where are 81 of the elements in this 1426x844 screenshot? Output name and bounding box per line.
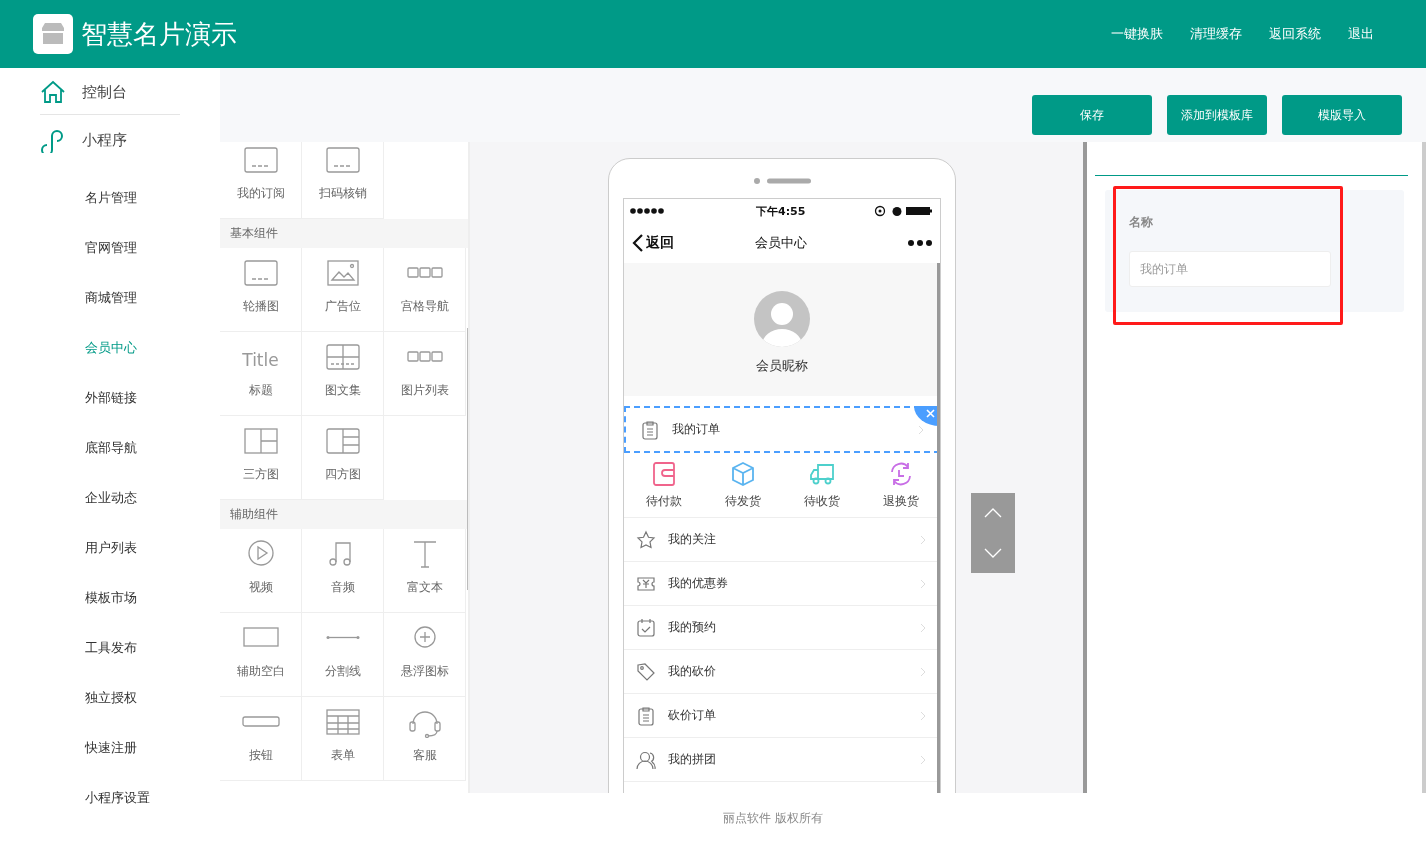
sidebar-subitem[interactable]: 独立授权 [80,673,180,723]
sidebar-item[interactable]: 控制台 [40,80,180,115]
chevron-down-icon [984,548,1002,558]
component-item[interactable]: 视频 [220,529,302,613]
header-link[interactable]: 一键换肤 [1111,25,1163,43]
toolbar-button[interactable]: 保存 [1032,95,1152,135]
component-item[interactable]: 扫码核销 [302,142,384,219]
sidebar-subitem[interactable]: 名片管理 [80,173,180,223]
curve-link-icon [40,127,66,153]
component-item[interactable]: 三方图 [220,416,302,500]
logo-icon [33,14,73,54]
component-item[interactable]: 客服 [384,697,466,781]
status-icons [874,205,934,217]
component-item[interactable]: 按钮 [220,697,302,781]
chevron-right-icon [918,424,924,435]
user-icon [636,749,656,770]
component-item[interactable]: 我的订阅 [220,142,302,219]
header-link[interactable]: 退出 [1348,25,1374,43]
component-item[interactable]: 音频 [302,529,384,613]
sidebar-subitem[interactable]: 模板市场 [80,573,180,623]
title-icon-text: Title [242,349,279,372]
chevron-left-icon [632,234,644,252]
scrollbar[interactable] [937,263,940,793]
site-title: 智慧名片演示 [81,17,238,51]
component-item[interactable]: 图片列表 [384,332,466,416]
chevron-up-icon [984,508,1002,518]
component-item[interactable]: 辅助空白 [220,613,302,697]
sidebar-subitem[interactable]: 企业动态 [80,473,180,523]
divider-line-icon [323,635,362,640]
clipboard-icon [640,419,660,440]
component-item[interactable]: 宫格导航 [384,248,466,332]
calendar-check-icon [636,617,656,638]
tag-icon [636,661,656,682]
sidebar-subitem[interactable]: 会员中心 [80,323,180,373]
member-nickname: 会员昵称 [756,357,808,375]
chevron-right-icon [920,622,926,633]
chevron-right-icon [920,578,926,589]
header-link[interactable]: 返回系统 [1269,25,1321,43]
home-icon [40,80,66,104]
chevron-right-icon [920,754,926,765]
signal-dots-icon [630,208,666,214]
speaker-icon [753,177,813,185]
chevron-right-icon [920,710,926,721]
sidebar-subitem[interactable]: 工具发布 [80,623,180,673]
header-link[interactable]: 清理缓存 [1190,25,1242,43]
page-title: 会员中心 [755,234,807,252]
component-item[interactable]: 广告位 [302,248,384,332]
order-status-item[interactable]: 退换货 [861,453,940,517]
back-button[interactable]: 返回 [632,234,674,252]
sidebar-subitem[interactable]: 用户列表 [80,523,180,573]
component-item[interactable]: 表单 [302,697,384,781]
sidebar-subitem[interactable]: 商城管理 [80,273,180,323]
section-heading: 基本组件 [220,219,468,248]
order-status-item[interactable]: 待发货 [703,453,782,517]
toolbar-button[interactable]: 添加到模板库 [1167,95,1267,135]
sidebar-subitem[interactable]: 底部导航 [80,423,180,473]
sidebar-subitem[interactable]: 快速注册 [80,723,180,773]
component-item[interactable]: 富文本 [384,529,466,613]
sidebar-item[interactable]: 小程序 [40,127,180,153]
sidebar-subitem[interactable]: 小程序设置 [80,773,180,823]
chevron-right-icon [920,534,926,545]
toolbar-button[interactable]: 模版导入 [1282,95,1402,135]
component-item[interactable]: 四方图 [302,416,384,500]
sidebar-subitem[interactable]: 外部链接 [80,373,180,423]
component-item[interactable]: Title 标题 [220,332,302,416]
clipboard-icon [636,705,656,726]
component-item[interactable]: 分割线 [302,613,384,697]
sidebar-subitem[interactable]: 官网管理 [80,223,180,273]
star-icon [636,529,656,550]
more-icon[interactable] [908,240,932,246]
order-status-item[interactable]: 待收货 [782,453,861,517]
copyright-text: 丽点软件 版权所有 [722,810,824,827]
component-item[interactable]: 悬浮图标 [384,613,466,697]
section-heading: 辅助组件 [220,500,468,529]
component-item[interactable]: 图文集 [302,332,384,416]
status-time: 下午4:55 [756,203,806,219]
chevron-right-icon [920,666,926,677]
order-status-item[interactable]: 待付款 [624,453,703,517]
component-item[interactable]: 轮播图 [220,248,302,332]
field-label: 名称 [1129,214,1154,231]
avatar-icon [754,291,810,347]
